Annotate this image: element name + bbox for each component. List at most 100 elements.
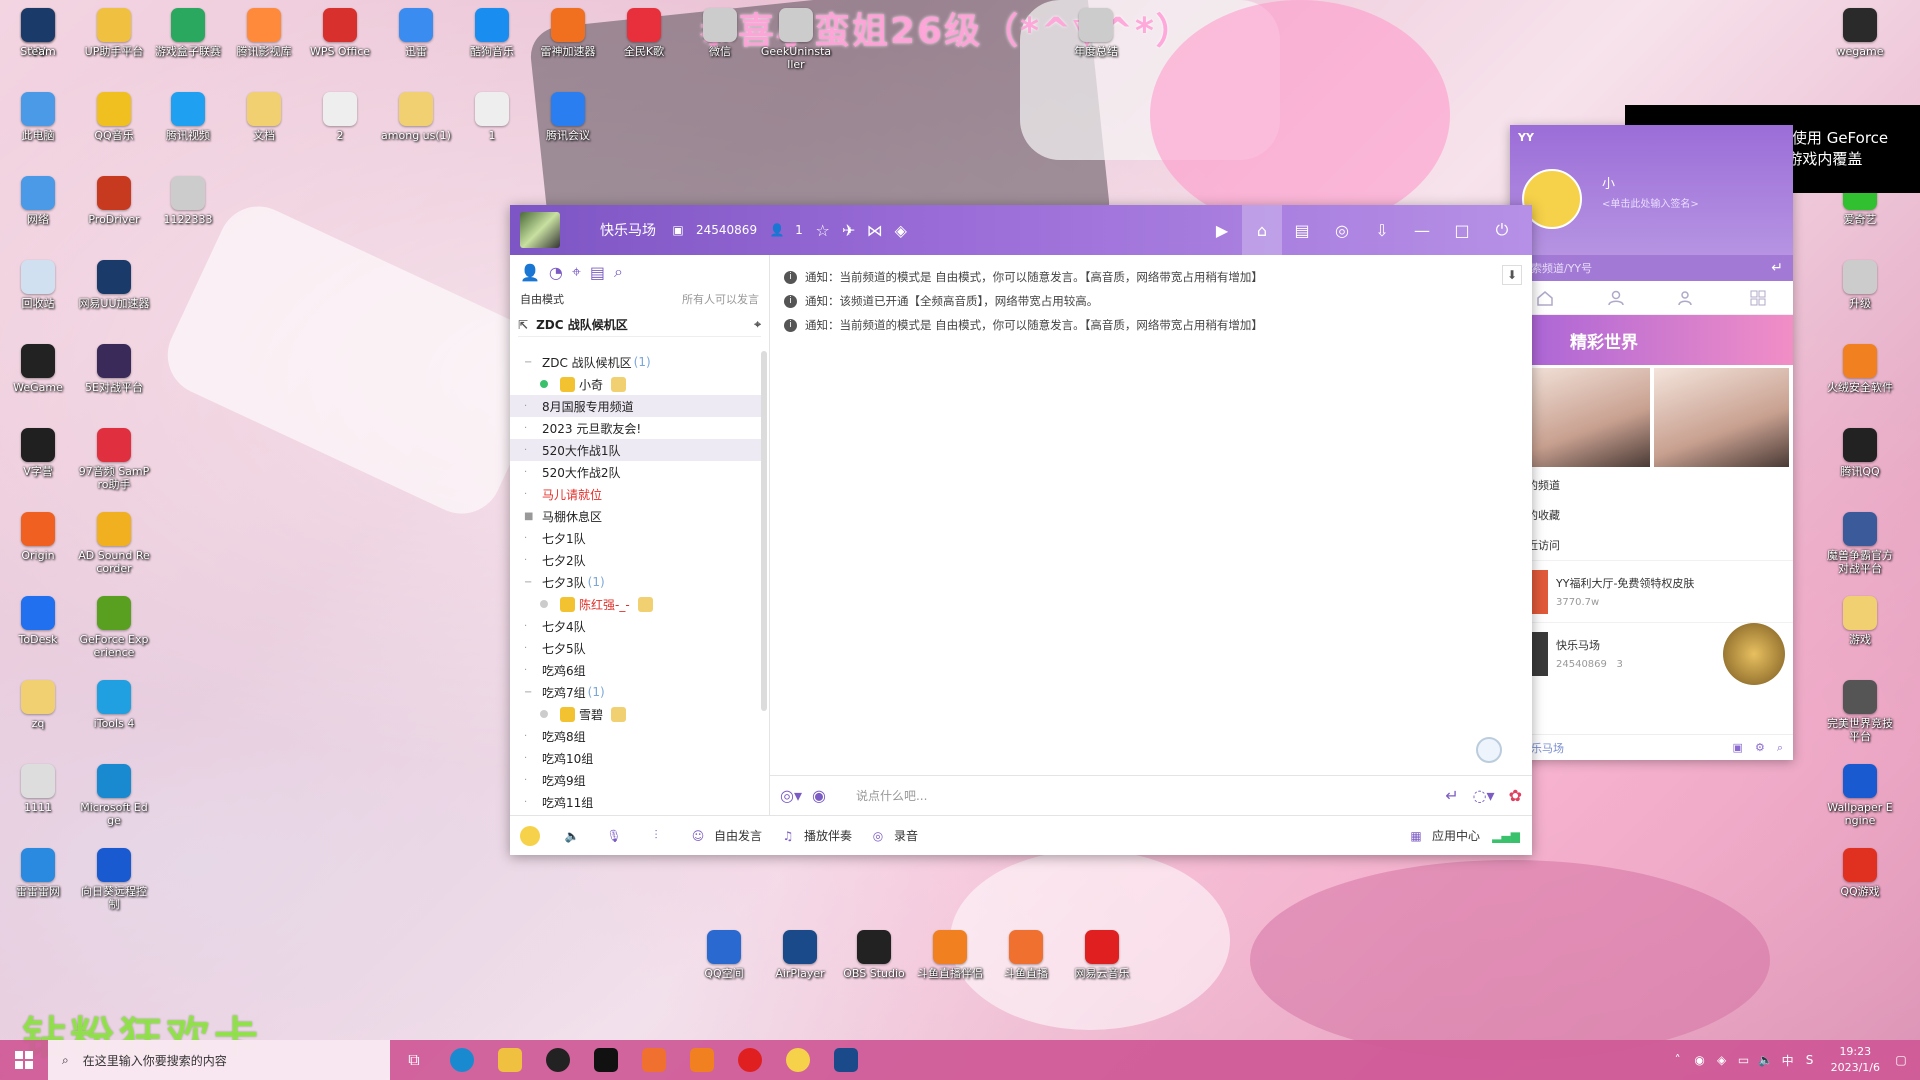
desktop-icon[interactable]: 网络 [2, 176, 74, 226]
desktop-icon[interactable]: 2 [304, 92, 376, 142]
mascot-icon[interactable] [520, 825, 540, 846]
desktop-icon[interactable]: GeForce Experience [78, 596, 150, 659]
desktop-icon[interactable]: Steam [2, 8, 74, 58]
send-icon[interactable]: ↵ [1445, 786, 1458, 805]
my-channels-link[interactable]: 我的频道 [1510, 470, 1793, 500]
return-icon[interactable]: ⇱ [518, 318, 528, 332]
mic-icon[interactable]: 🎙 [604, 826, 624, 846]
expand-toggle-icon[interactable]: · [524, 621, 536, 632]
person-tab-icon[interactable] [1581, 281, 1652, 314]
channel-item[interactable]: · 吃鸡9组 [510, 769, 762, 791]
desktop-icon[interactable]: 5E对战平台 [78, 344, 150, 394]
video-live-icon[interactable]: ▶ [1202, 205, 1242, 255]
desktop-icon[interactable]: 腾讯视频 [152, 92, 224, 142]
desktop-icon[interactable]: WPS Office [304, 8, 376, 58]
maximize-icon[interactable]: □ [1442, 205, 1482, 255]
notes-icon[interactable]: ▤ [590, 263, 605, 282]
tray-app-icon[interactable]: ◉ [1689, 1053, 1711, 1067]
translate-icon[interactable]: ◉ [812, 786, 826, 805]
star-icon[interactable]: ☆ [815, 221, 831, 240]
plane-icon[interactable]: ✈ [841, 221, 857, 240]
expand-toggle-icon[interactable]: · [524, 401, 536, 412]
chat-input[interactable]: 说点什么吧... [856, 787, 1445, 804]
channel-item[interactable]: − 七夕3队 (1) [510, 571, 762, 593]
desktop-icon[interactable]: 回收站 [2, 260, 74, 310]
expand-toggle-icon[interactable]: ■ [524, 511, 536, 522]
promo-banner[interactable]: 精彩世界 [1510, 315, 1793, 365]
expand-toggle-icon[interactable]: − [524, 687, 536, 698]
desktop-icon[interactable]: 网易云音乐 [1066, 930, 1138, 980]
video-icon[interactable]: ▣ [1733, 741, 1743, 755]
desktop-icon[interactable]: 酷狗音乐 [456, 8, 528, 58]
desktop-icon[interactable]: 腾讯会议 [532, 92, 604, 142]
desktop-icon[interactable]: 雷神加速器 [532, 8, 604, 58]
desktop-icon[interactable]: QQ游戏 [1824, 848, 1896, 898]
taskbar-search[interactable]: ⌕ 在这里输入你要搜索的内容 [48, 1040, 390, 1080]
channel-item[interactable]: · 吃鸡10组 [510, 747, 762, 769]
minimize-icon[interactable]: — [1402, 205, 1442, 255]
sogou-icon[interactable]: S [1799, 1053, 1821, 1067]
desktop-icon[interactable]: 1 [456, 92, 528, 142]
expand-toggle-icon[interactable]: · [524, 533, 536, 544]
clock[interactable]: 19:23 2023/1/6 [1831, 1044, 1880, 1076]
expand-toggle-icon[interactable]: · [524, 797, 536, 808]
volume-icon[interactable]: 🔈 [1755, 1053, 1777, 1067]
network-icon[interactable]: ▭ [1733, 1053, 1755, 1067]
desktop-icon[interactable]: 迅雷 [380, 8, 452, 58]
app-center-button[interactable]: ▦ 应用中心 [1406, 826, 1480, 846]
channel-item[interactable]: · 8月国服专用频道 [510, 395, 762, 417]
promo-photos[interactable] [1510, 365, 1793, 470]
desktop-icon[interactable]: ProDriver [78, 176, 150, 226]
photo[interactable] [1653, 368, 1789, 467]
channel-item[interactable]: · 吃鸡6组 [510, 659, 762, 681]
share-icon[interactable]: ⋈ [867, 221, 883, 240]
gamepad-icon[interactable]: ◎▾ [780, 786, 802, 805]
desktop-icon[interactable]: wegame [1824, 8, 1896, 58]
desktop-icon[interactable]: iTools 4 [78, 680, 150, 730]
desktop-icon[interactable]: 游戏盒子联赛 [152, 8, 224, 58]
netease-music-taskbar-icon[interactable] [726, 1040, 774, 1080]
task-view-icon[interactable]: ⧉ [390, 1040, 438, 1080]
search-icon[interactable]: ⌕ [1777, 741, 1783, 755]
desktop-icon[interactable]: Microsoft Edge [78, 764, 150, 827]
desktop-icon[interactable]: 斗鱼直播伴侣 [914, 930, 986, 980]
channel-item[interactable]: · 七夕4队 [510, 615, 762, 637]
channel-item[interactable]: · 七夕5队 [510, 637, 762, 659]
expand-toggle-icon[interactable]: · [524, 445, 536, 456]
edge-taskbar-icon[interactable] [438, 1040, 486, 1080]
obs-taskbar-icon[interactable] [534, 1040, 582, 1080]
desktop-icon[interactable]: WeGame [2, 344, 74, 394]
channel-item[interactable]: · 吃鸡11组 [510, 791, 762, 813]
desktop-icon[interactable]: 完美世界竞技平台 [1824, 680, 1896, 743]
expand-toggle-icon[interactable]: · [524, 467, 536, 478]
start-button[interactable] [0, 1040, 48, 1080]
expand-toggle-icon[interactable]: − [524, 357, 536, 368]
chevron-up-icon[interactable]: ˄ [1667, 1053, 1689, 1067]
desktop-icon[interactable]: 1122333 [152, 176, 224, 226]
chat-icon[interactable]: ◔ [549, 263, 563, 282]
desktop-icon[interactable]: 此电脑 [2, 92, 74, 142]
desktop-icon[interactable]: OBS Studio [838, 930, 910, 980]
signature-field[interactable]: <单击此处输入签名> [1602, 195, 1699, 210]
shield-icon[interactable]: ◈ [893, 221, 909, 240]
expand-toggle-icon[interactable]: · [524, 423, 536, 434]
notification-icon[interactable]: ▢ [1890, 1053, 1912, 1067]
desktop-icon[interactable]: 腾讯QQ [1824, 428, 1896, 478]
desktop-icon[interactable]: 网易UU加速器 [78, 260, 150, 310]
channel-item[interactable]: · 520大作战2队 [510, 461, 762, 483]
apps-tab-icon[interactable] [1722, 281, 1793, 314]
channel-item[interactable]: · 2023 元旦歌友会! [510, 417, 762, 439]
free-speak-button[interactable]: ☺ 自由发言 [688, 826, 762, 846]
desktop-icon[interactable]: QQ音乐 [78, 92, 150, 142]
pin-icon[interactable]: ⌖ [754, 317, 761, 332]
expand-toggle-icon[interactable]: · [524, 643, 536, 654]
desktop-icon[interactable]: 腾讯影视库 [228, 8, 300, 58]
channel-avatar[interactable] [520, 212, 560, 248]
download-icon[interactable]: ⇩ [1362, 205, 1402, 255]
recent-visits-link[interactable]: 最近访问 [1510, 530, 1793, 560]
my-favorites-link[interactable]: 我的收藏 [1510, 500, 1793, 530]
security-icon[interactable]: ◈ [1711, 1053, 1733, 1067]
group-tab-icon[interactable] [1652, 281, 1723, 314]
gamepad-icon[interactable]: ◎ [1322, 205, 1362, 255]
desktop-icon[interactable]: 雷雷雷网 [2, 848, 74, 898]
